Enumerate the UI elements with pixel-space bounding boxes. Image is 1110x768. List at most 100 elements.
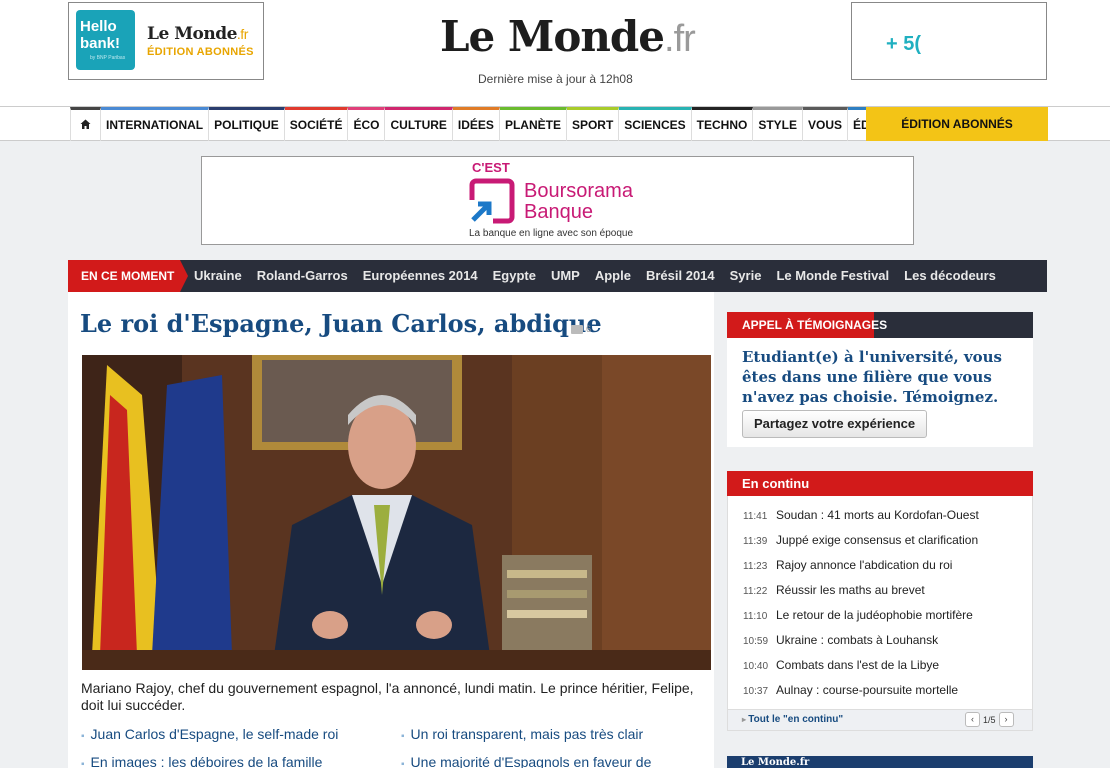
nav-item-7[interactable]: SPORT: [566, 107, 620, 141]
nav-edition-abonnes[interactable]: ÉDITION ABONNÉS: [866, 107, 1048, 141]
ad-lemonde-logo: Le Monde.fr: [147, 24, 248, 44]
feed-text: Réussir les maths au brevet: [776, 583, 925, 597]
trending-item[interactable]: Egypte: [493, 260, 536, 292]
feed-item[interactable]: 10:37 Aulnay : course-poursuite mortelle: [743, 681, 1028, 699]
prev-page-button[interactable]: ‹: [965, 712, 980, 727]
nav-item-5[interactable]: IDÉES: [452, 107, 500, 141]
appel-header: APPEL À TÉMOIGNAGES: [727, 312, 1033, 338]
feed-text: Juppé exige consensus et clarification: [776, 533, 979, 547]
share-experience-button[interactable]: Partagez votre expérience: [742, 410, 928, 438]
feed-time: 11:39: [743, 536, 768, 547]
ad-edition-text: ÉDITION ABONNÉS: [147, 46, 254, 58]
comment-count[interactable]: 6: [571, 324, 591, 334]
bottom-widget[interactable]: Le Monde.fr: [727, 756, 1033, 768]
trending-item[interactable]: Européennes 2014: [363, 260, 478, 292]
nav-item-11[interactable]: VOUS: [803, 107, 849, 141]
ad-brand-line1: Boursorama: [524, 180, 633, 202]
hellobank-ad[interactable]: Hello bank! by BNP Paribas Le Monde.fr É…: [68, 2, 264, 80]
trending-item[interactable]: Brésil 2014: [646, 260, 715, 292]
nav-item-1[interactable]: POLITIQUE: [209, 107, 285, 141]
hellobank-logo: Hello bank! by BNP Paribas: [76, 10, 135, 70]
feed-time: 10:40: [743, 661, 769, 672]
feed-text: Ukraine : combats à Louhansk: [776, 633, 939, 647]
logo-text: Le Monde: [440, 12, 665, 61]
main-article: Le roi d'Espagne, Juan Carlos, abdique 6…: [68, 292, 714, 768]
comment-icon: [571, 324, 583, 334]
related-link[interactable]: En images : les déboires de la famille: [81, 754, 323, 768]
right-ad-text: + 5(: [886, 33, 922, 55]
related-link[interactable]: Une majorité d'Espagnols en faveur de: [401, 754, 652, 768]
feed-time: 10:59: [743, 636, 769, 647]
nav-item-4[interactable]: CULTURE: [385, 107, 453, 141]
related-link[interactable]: Un roi transparent, mais pas très clair: [401, 726, 644, 742]
comment-count-text: 6: [586, 324, 592, 334]
appel-temoignages-box: APPEL À TÉMOIGNAGES Etudiant(e) à l'univ…: [727, 312, 1033, 447]
appel-tag: APPEL À TÉMOIGNAGES: [727, 312, 887, 338]
feed-time: 11:22: [743, 586, 768, 597]
feed-time: 11:10: [743, 611, 768, 622]
trending-item[interactable]: Les décodeurs: [904, 260, 996, 292]
all-continu-link[interactable]: ▸ Tout le "en continu": [742, 714, 843, 725]
feed-item[interactable]: 10:59 Ukraine : combats à Louhansk: [743, 631, 1028, 649]
en-continu-footer: ▸ Tout le "en continu" ‹ 1/5 ›: [728, 709, 1032, 730]
last-update-text: Dernière mise à jour à 12h08: [478, 72, 633, 86]
nav-item-8[interactable]: SCIENCES: [619, 107, 692, 141]
nav-item-3[interactable]: ÉCO: [348, 107, 386, 141]
all-continu-link-text: Tout le "en continu": [748, 714, 844, 725]
feed-item[interactable]: 10:40 Combats dans l'est de la Libye: [743, 656, 1028, 674]
ad-lemonde-fr: .fr: [236, 26, 248, 42]
home-icon: [80, 119, 91, 129]
related-link[interactable]: Juan Carlos d'Espagne, le self-made roi: [81, 726, 339, 742]
en-continu-title: En continu: [727, 471, 1033, 496]
nav-item-0[interactable]: INTERNATIONAL: [101, 107, 210, 141]
nav-item-10[interactable]: STYLE: [753, 107, 803, 141]
trending-item[interactable]: Roland-Garros: [257, 260, 348, 292]
logo-fr: .fr: [664, 18, 696, 60]
feed-text: Combats dans l'est de la Libye: [776, 658, 940, 672]
photo-caption: Mariano Rajoy, chef du gouvernement espa…: [81, 680, 694, 713]
ad-brand: Boursorama Banque: [524, 181, 633, 223]
page-indicator: 1/5: [983, 714, 996, 725]
trending-item[interactable]: Syrie: [730, 260, 762, 292]
site-header: Hello bank! by BNP Paribas Le Monde.fr É…: [0, 0, 1110, 106]
boursorama-logo-icon: [469, 178, 515, 224]
appel-text[interactable]: Etudiant(e) à l'université, vous êtes da…: [742, 347, 1027, 407]
trending-item[interactable]: Le Monde Festival: [776, 260, 889, 292]
lemonde-logo[interactable]: Le Monde.fr: [440, 12, 696, 64]
boursorama-ad[interactable]: C'EST Boursorama Banque La banque en lig…: [201, 156, 914, 245]
hellobank-logo-text: Hello bank!: [80, 18, 121, 52]
article-headline[interactable]: Le roi d'Espagne, Juan Carlos, abdique: [80, 309, 602, 338]
nav-home[interactable]: [70, 107, 101, 141]
nav-item-2[interactable]: SOCIÉTÉ: [284, 107, 349, 141]
ad-cest-text: C'EST: [472, 160, 510, 175]
trending-item[interactable]: UMP: [551, 260, 580, 292]
feed-time: 10:37: [743, 686, 769, 697]
hellobank-sub-text: by BNP Paribas: [90, 55, 126, 61]
feed-text: Le retour de la judéophobie mortifère: [776, 608, 973, 622]
trending-label: EN CE MOMENT: [68, 260, 188, 292]
feed-time: 11:23: [743, 561, 768, 572]
en-continu-box: En continu 11:41 Soudan : 41 morts au Kor…: [727, 471, 1033, 731]
feed-item[interactable]: 11:10 Le retour de la judéophobie mortifè…: [743, 606, 1028, 624]
ad-brand-line2: Banque: [524, 201, 593, 223]
feed-item[interactable]: 11:41 Soudan : 41 morts au Kordofan-Ouest: [743, 506, 1028, 524]
ad-tagline: La banque en ligne avec son époque: [469, 228, 634, 239]
bottom-widget-text: Le Monde.fr: [741, 757, 810, 768]
feed-item[interactable]: 11:39 Juppé exige consensus et clarificat…: [743, 531, 1028, 549]
feed-time: 11:41: [743, 511, 768, 522]
trending-item[interactable]: Ukraine: [194, 260, 242, 292]
next-page-button[interactable]: ›: [998, 712, 1014, 727]
trending-bar: EN CE MOMENT Ukraine Roland-Garros Europée…: [68, 260, 1047, 292]
nav-item-9[interactable]: TECHNO: [691, 107, 754, 141]
ad-lemonde-text: Le Monde: [147, 24, 237, 44]
right-ad[interactable]: + 5(: [851, 2, 1047, 80]
nav-item-6[interactable]: PLANÈTE: [499, 107, 567, 141]
main-nav: INTERNATIONAL POLITIQUE SOCIÉTÉ ÉCO CULTURE I…: [0, 106, 1110, 141]
trending-item[interactable]: Apple: [595, 260, 631, 292]
feed-item[interactable]: 11:22 Réussir les maths au brevet: [743, 581, 1028, 599]
article-photo[interactable]: [82, 355, 711, 670]
feed-text: Soudan : 41 morts au Kordofan-Ouest: [776, 508, 979, 522]
feed-pager: ‹ 1/5 ›: [965, 712, 1014, 727]
feed-text: Rajoy annonce l'abdication du roi: [776, 558, 953, 572]
feed-item[interactable]: 11:23 Rajoy annonce l'abdication du roi: [743, 556, 1028, 574]
